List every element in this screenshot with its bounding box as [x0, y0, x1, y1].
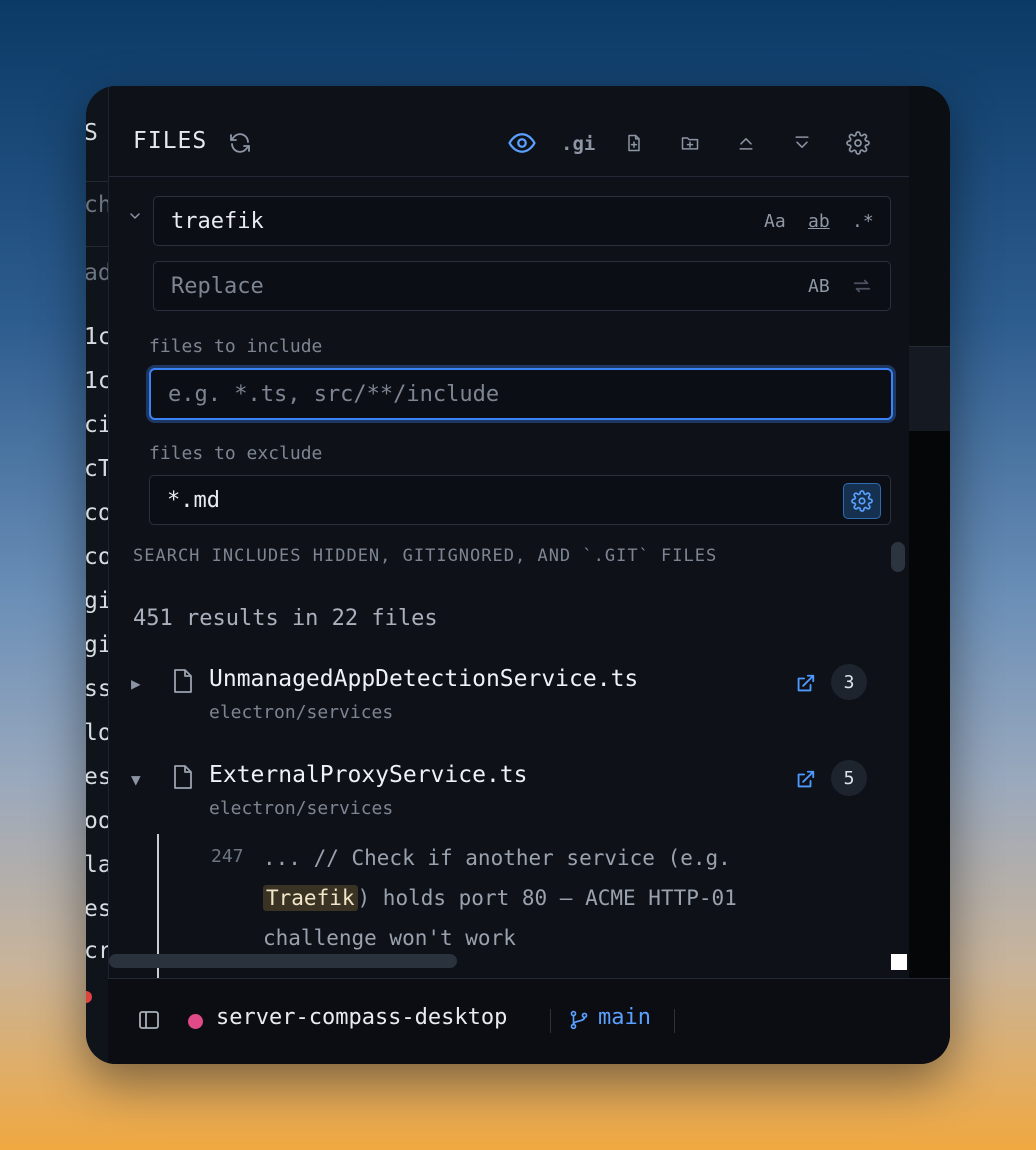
strip-text-15: la — [86, 852, 108, 878]
expand-triangle-icon[interactable]: ▶ — [131, 674, 141, 693]
strip-text-3: 1c — [86, 324, 108, 350]
match-highlight: Traefik — [263, 885, 358, 911]
replace-placeholder: Replace — [171, 274, 264, 299]
regex-toggle[interactable]: .* — [852, 211, 874, 232]
status-divider — [674, 1009, 675, 1033]
strip-text-9: gi — [86, 588, 108, 614]
app-window: S ch ad 1c 1c ci cT co co gi gi ss lo es… — [86, 86, 950, 1064]
exclude-label: files to exclude — [149, 443, 323, 464]
editor-tab-band — [909, 346, 950, 433]
sidebar-toggle-icon[interactable] — [136, 1007, 162, 1033]
strip-text-6: cT — [86, 456, 108, 482]
strip-text-7: co — [86, 500, 108, 526]
result-file-path: electron/services — [209, 798, 394, 819]
file-icon — [169, 666, 197, 696]
editor-area — [908, 86, 950, 978]
strip-text-5: ci — [86, 412, 108, 438]
search-value: traefik — [171, 209, 264, 234]
strip-text-13: es — [86, 764, 108, 790]
match-case-toggle[interactable]: Aa — [764, 211, 786, 232]
branch-name[interactable]: main — [598, 1005, 651, 1030]
expand-all-icon[interactable] — [787, 128, 817, 158]
open-external-icon[interactable] — [793, 768, 817, 792]
match-text-line-1[interactable]: ... // Check if another service (e.g. — [263, 846, 731, 870]
collapse-all-icon[interactable] — [731, 128, 761, 158]
chevron-down-icon[interactable] — [123, 204, 147, 228]
scroll-corner — [891, 954, 907, 970]
project-status-dot — [188, 1014, 203, 1029]
strip-text-1: ch — [86, 192, 108, 218]
status-bar: server-compass-desktop main — [108, 978, 950, 1064]
match-count-badge: 5 — [831, 760, 867, 796]
match-text-line-2[interactable]: Traefik) holds port 80 — ACME HTTP-01 — [263, 885, 737, 911]
project-name[interactable]: server-compass-desktop — [216, 1005, 507, 1030]
search-input[interactable]: traefik Aa ab .* — [153, 196, 891, 246]
strip-text-17: cr — [86, 938, 108, 964]
result-file-name: UnmanagedAppDetectionService.ts — [209, 666, 639, 692]
new-folder-icon[interactable] — [675, 128, 705, 158]
error-dot-icon — [86, 991, 92, 1003]
horizontal-scrollbar-thumb[interactable] — [109, 954, 457, 968]
preserve-case-toggle[interactable]: AB — [808, 276, 830, 297]
status-divider — [550, 1009, 551, 1033]
search-scope-note: SEARCH INCLUDES HIDDEN, GITIGNORED, AND … — [133, 546, 718, 566]
strip-divider — [86, 246, 108, 247]
strip-text-11: ss — [86, 676, 108, 702]
result-file-row[interactable]: ▶ UnmanagedAppDetectionService.ts electr… — [109, 664, 909, 746]
strip-text-4: 1c — [86, 368, 108, 394]
search-panel: FILES .gi traefik Aa ab .* Replace AB fi… — [108, 86, 909, 978]
strip-text-12: lo — [86, 720, 108, 746]
strip-divider — [86, 181, 108, 182]
file-icon — [169, 762, 197, 792]
include-placeholder: e.g. *.ts, src/**/include — [168, 382, 500, 407]
results-summary: 451 results in 22 files — [133, 606, 438, 631]
strip-text-0: S — [86, 120, 98, 146]
settings-icon[interactable] — [843, 128, 873, 158]
whole-word-toggle[interactable]: ab — [808, 211, 830, 232]
include-input[interactable]: e.g. *.ts, src/**/include — [149, 368, 893, 420]
collapse-triangle-icon[interactable]: ▼ — [131, 770, 141, 789]
vertical-scrollbar-thumb[interactable] — [891, 542, 905, 572]
exclude-settings-button[interactable] — [843, 483, 881, 519]
match-line-number: 247 — [211, 846, 244, 867]
gear-icon — [851, 490, 873, 512]
result-file-path: electron/services — [209, 702, 394, 723]
strip-text-8: co — [86, 544, 108, 570]
gitignore-toggle[interactable]: .gi — [561, 133, 595, 155]
eye-icon[interactable] — [507, 128, 537, 158]
strip-text-10: gi — [86, 632, 108, 658]
strip-text-2: ad — [86, 260, 108, 286]
git-branch-icon — [566, 1007, 592, 1033]
strip-text-14: oo — [86, 808, 108, 834]
exclude-input[interactable]: *.md — [149, 475, 891, 525]
refresh-icon[interactable] — [225, 128, 255, 158]
editor-content — [909, 431, 950, 978]
include-label: files to include — [149, 336, 323, 357]
exclude-value: *.md — [167, 488, 220, 513]
panel-title: FILES — [133, 128, 208, 154]
match-text-line-3[interactable]: challenge won't work — [263, 926, 516, 950]
panel-header: FILES .gi — [109, 86, 909, 177]
adjacent-panel-strip: S ch ad 1c 1c ci cT co co gi gi ss lo es… — [86, 86, 108, 1064]
replace-all-icon[interactable] — [850, 274, 874, 298]
strip-text-16: es — [86, 896, 108, 922]
open-external-icon[interactable] — [793, 672, 817, 696]
new-file-icon[interactable] — [619, 128, 649, 158]
result-file-name: ExternalProxyService.ts — [209, 762, 528, 788]
match-count-badge: 3 — [831, 664, 867, 700]
replace-input[interactable]: Replace AB — [153, 261, 891, 311]
match-text-rest: ) holds port 80 — ACME HTTP-01 — [357, 886, 737, 910]
result-file-row[interactable]: ▼ ExternalProxyService.ts electron/servi… — [109, 760, 909, 842]
